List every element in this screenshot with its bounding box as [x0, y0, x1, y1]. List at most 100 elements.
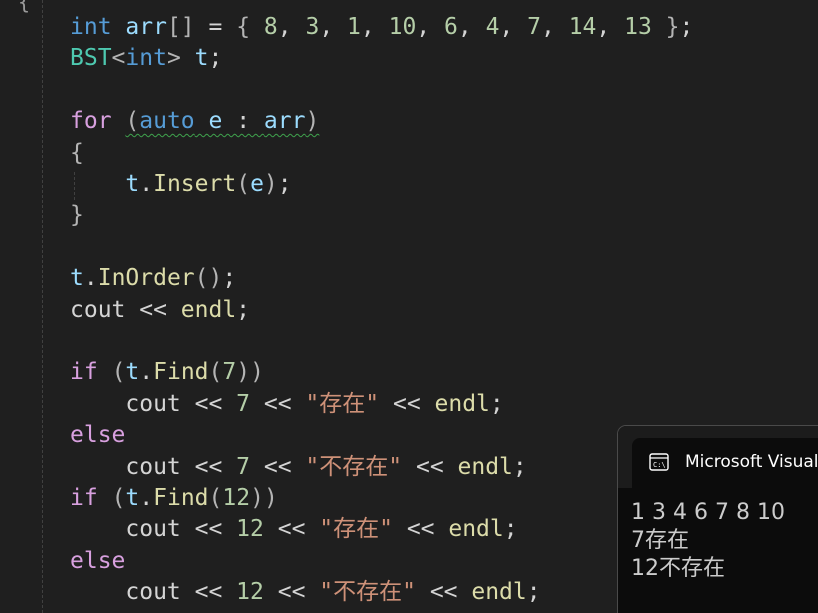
- code-token: <: [111, 45, 126, 72]
- code-line[interactable]: cout << 12 << "存在" << endl;: [70, 514, 518, 545]
- code-token: <<: [415, 579, 472, 606]
- code-token: (): [194, 265, 223, 292]
- code-token: ,: [457, 14, 486, 40]
- code-token: }: [665, 14, 680, 40]
- code-token: for: [70, 108, 112, 135]
- code-token: {: [236, 14, 251, 40]
- code-token: {: [70, 139, 84, 166]
- console-titlebar[interactable]: C:\ Microsoft Visual: [618, 426, 818, 488]
- code-token: ;: [503, 516, 518, 543]
- code-token: ,: [319, 14, 348, 40]
- code-token: 7: [236, 390, 251, 417]
- code-token: (: [208, 485, 223, 511]
- code-token: (: [236, 171, 251, 197]
- code-token: 12: [236, 516, 264, 543]
- code-token: ;: [512, 453, 527, 480]
- console-window-icon: C:\: [649, 453, 669, 471]
- code-token: 7: [222, 359, 237, 386]
- code-token: <<: [250, 453, 306, 480]
- code-token: 1: [347, 14, 361, 40]
- code-token: <<: [263, 516, 320, 543]
- code-token: auto: [139, 108, 195, 135]
- code-token: "不存在": [305, 453, 403, 480]
- code-token: .: [139, 171, 154, 197]
- code-line[interactable]: t.Insert(e);: [70, 169, 292, 200]
- code-token: <<: [263, 579, 320, 606]
- code-token: t: [125, 485, 140, 511]
- code-line[interactable]: cout << 7 << "存在" << endl;: [70, 389, 504, 420]
- code-token: ,: [416, 14, 444, 40]
- code-token: )): [236, 359, 264, 386]
- code-token: int: [70, 14, 112, 40]
- code-line[interactable]: if (t.Find(12)): [70, 483, 278, 514]
- console-window[interactable]: C:\ Microsoft Visual 1 3 4 6 7 8 10 7存在 …: [617, 425, 818, 613]
- code-token: ;: [208, 45, 223, 72]
- code-token: cout: [125, 453, 181, 480]
- code-line[interactable]: else: [70, 546, 125, 577]
- code-token: <<: [402, 453, 458, 480]
- svg-text:C:\: C:\: [653, 461, 666, 469]
- code-token: cout: [125, 390, 181, 417]
- code-token: ;: [489, 390, 504, 417]
- console-tab[interactable]: C:\ Microsoft Visual: [632, 438, 818, 488]
- code-token: BST: [70, 45, 112, 72]
- code-token: Insert: [153, 171, 237, 197]
- code-token: cout: [125, 579, 181, 606]
- code-token: t: [125, 359, 140, 386]
- code-line[interactable]: {: [70, 138, 84, 169]
- code-token: 4: [485, 14, 500, 40]
- code-line[interactable]: if (t.Find(7)): [70, 357, 264, 388]
- code-token: <<: [180, 390, 237, 417]
- code-token: InOrder: [97, 265, 195, 292]
- code-line[interactable]: cout << 12 << "不存在" << endl;: [70, 577, 541, 608]
- code-line[interactable]: for (auto e : arr): [70, 106, 319, 137]
- code-token: (: [111, 359, 126, 386]
- indent-guide: [42, 0, 43, 613]
- code-token: "存在": [305, 390, 380, 417]
- code-token: endl: [434, 390, 490, 417]
- code-token: cout: [70, 296, 126, 323]
- code-line[interactable]: cout << endl;: [70, 295, 250, 326]
- code-token: =: [194, 14, 237, 40]
- code-token: 12: [222, 485, 251, 511]
- code-line[interactable]: BST<int> t;: [70, 43, 222, 74]
- code-token: endl: [180, 296, 237, 323]
- code-token: .: [83, 265, 98, 292]
- code-token: ;: [526, 579, 541, 606]
- code-token: else: [70, 547, 126, 574]
- code-token: 10: [388, 14, 417, 40]
- code-token: (: [208, 359, 223, 386]
- code-token: <<: [125, 296, 181, 323]
- code-token: :: [222, 108, 264, 135]
- code-line[interactable]: t.InOrder();: [70, 263, 236, 294]
- code-token: }: [70, 202, 84, 229]
- code-line[interactable]: }: [70, 200, 84, 231]
- code-line[interactable]: cout << 7 << "不存在" << endl;: [70, 452, 527, 483]
- code-token: <<: [180, 579, 237, 606]
- code-token: 8: [250, 14, 278, 40]
- code-token: Find: [153, 359, 209, 386]
- code-token: ,: [596, 14, 625, 40]
- enclosing-brace: {: [18, 0, 31, 14]
- code-token: ;: [277, 171, 292, 197]
- code-token: .: [139, 359, 154, 386]
- code-line[interactable]: else: [70, 420, 125, 451]
- code-token: 12: [236, 579, 264, 606]
- code-token: (: [111, 485, 126, 511]
- code-token: e: [250, 171, 264, 197]
- code-token: cout: [125, 516, 181, 543]
- console-output-line: 1 3 4 6 7 8 10: [631, 500, 785, 525]
- code-token: e: [208, 108, 223, 135]
- code-token: ;: [679, 14, 694, 40]
- code-token: <<: [379, 390, 435, 417]
- code-token: 6: [444, 14, 458, 40]
- code-line[interactable]: int arr[] = { 8, 3, 1, 10, 6, 4, 7, 14, …: [70, 12, 693, 43]
- code-token: else: [70, 422, 126, 449]
